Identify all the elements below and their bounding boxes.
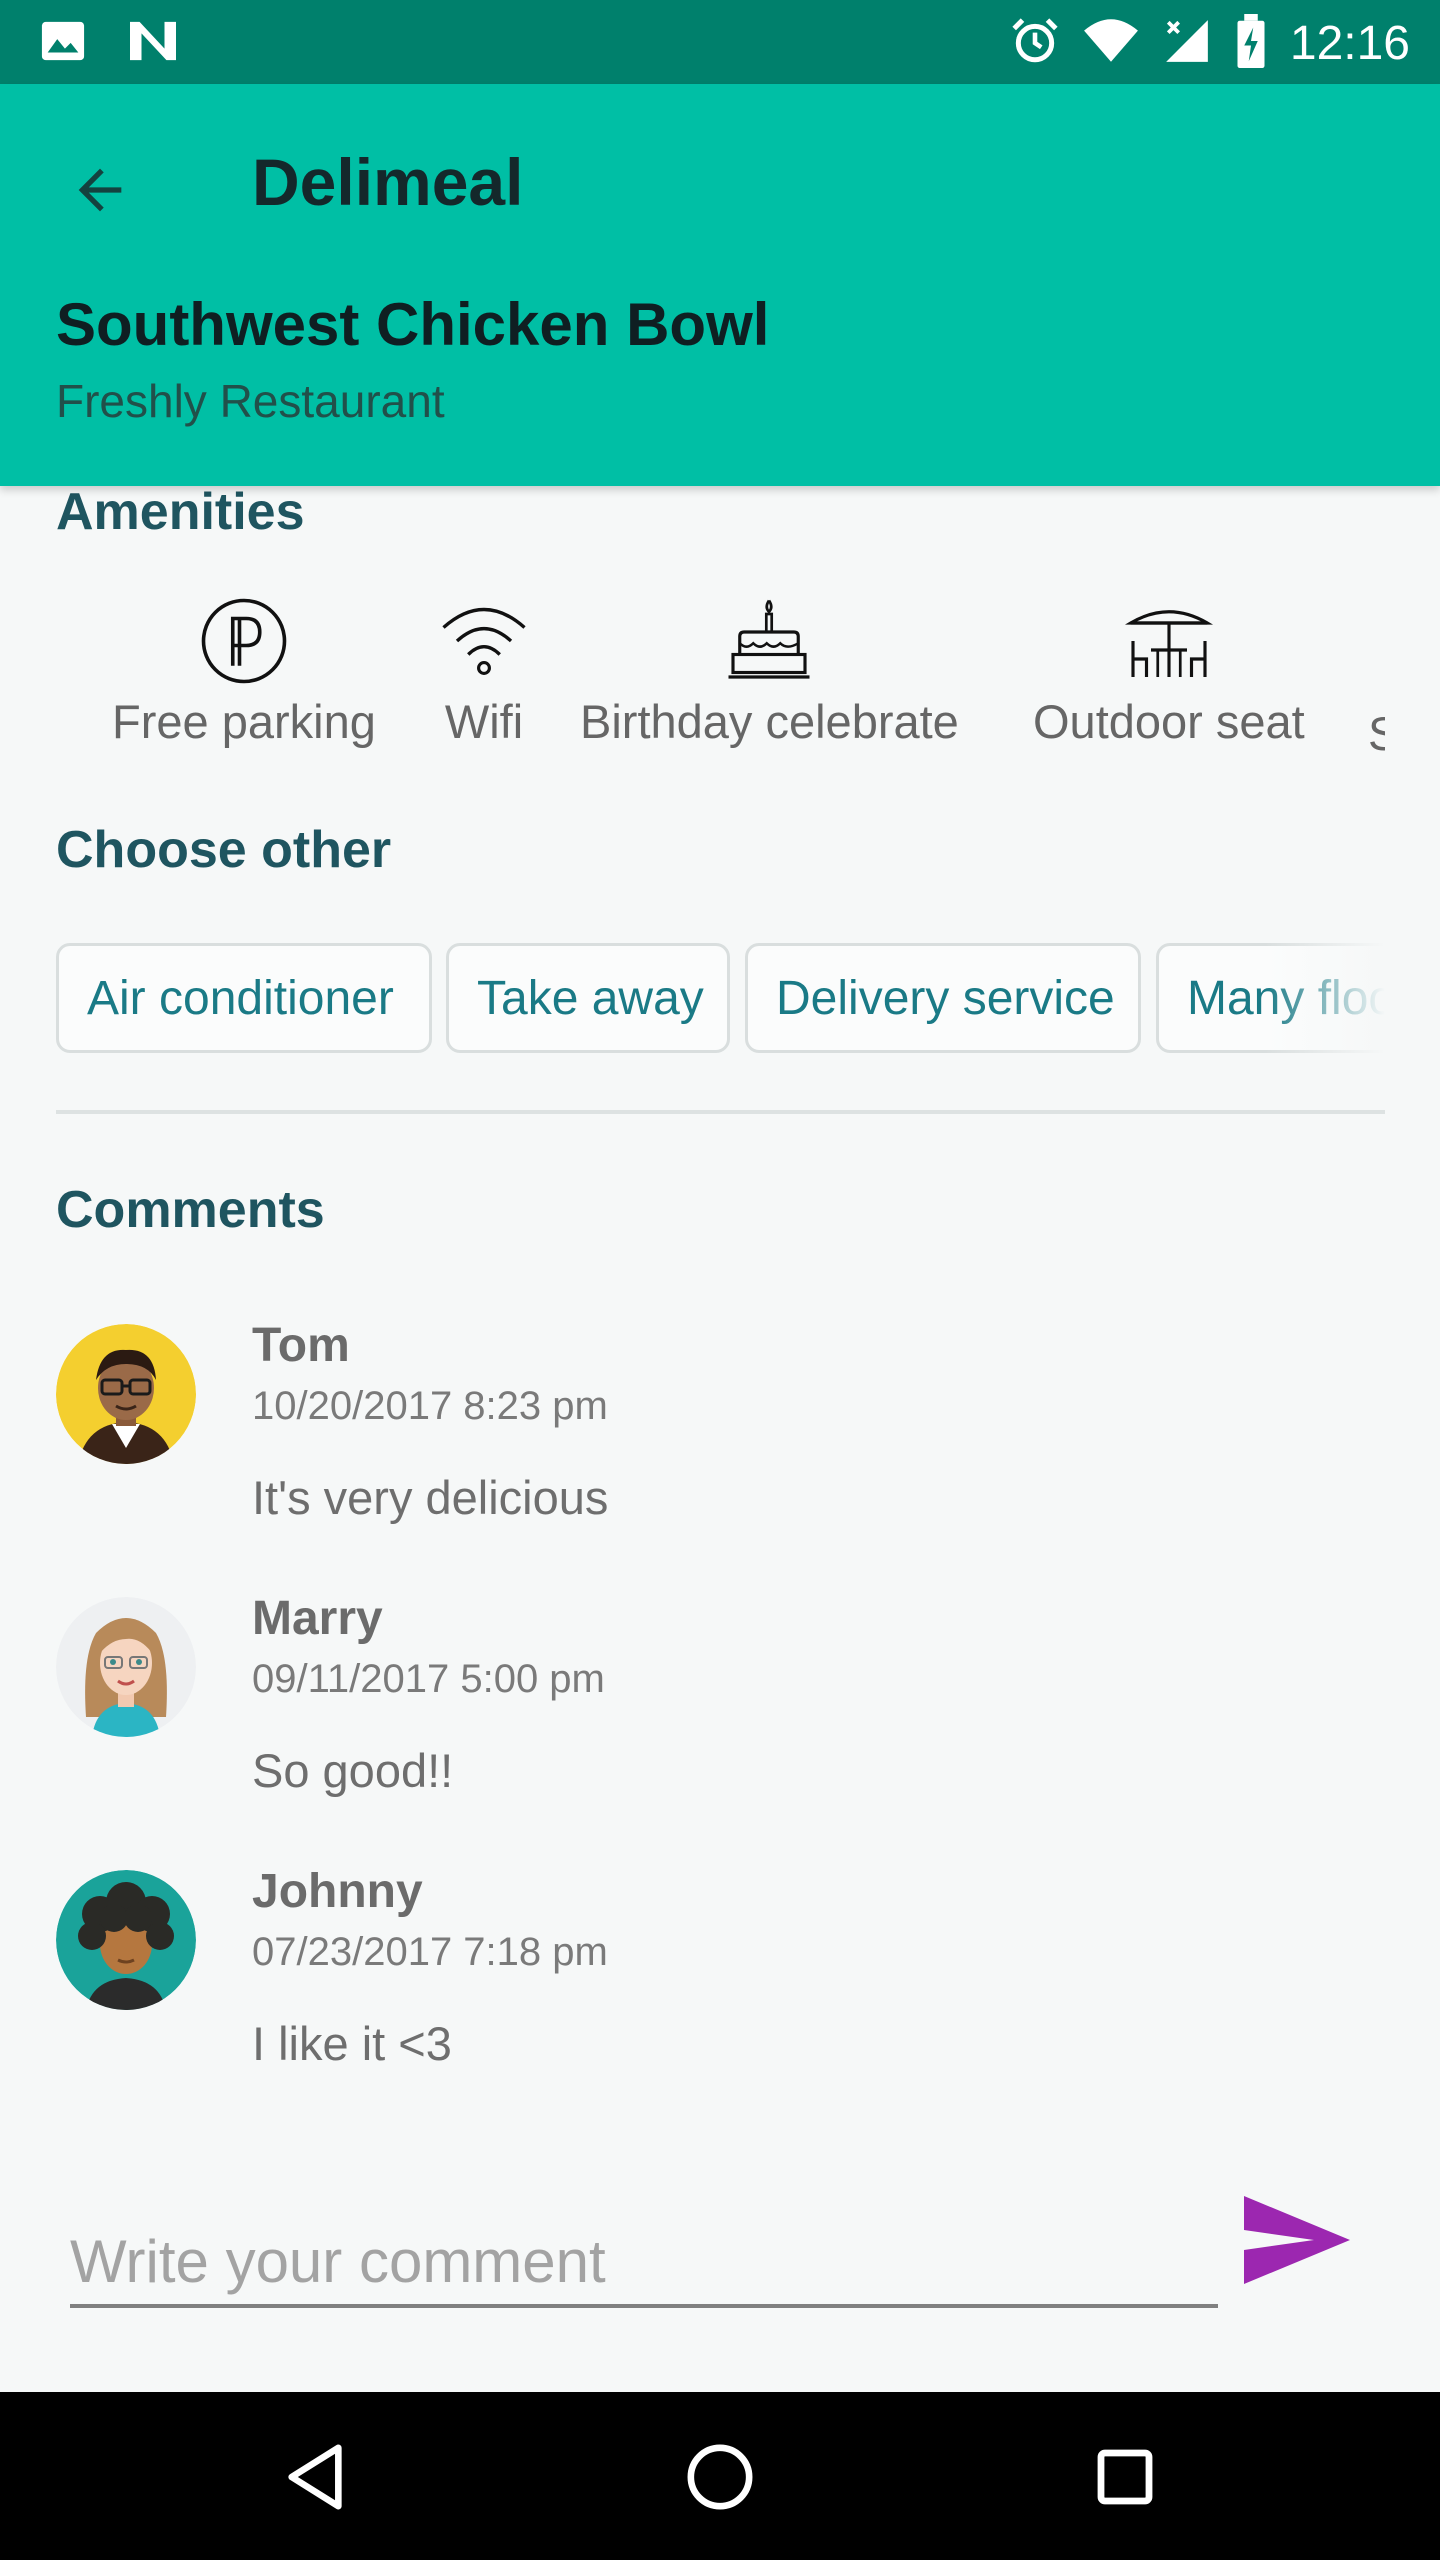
chip-delivery-service[interactable]: Delivery service [745, 943, 1141, 1053]
choose-other-heading: Choose other [56, 821, 392, 879]
restaurant-name: Freshly Restaurant [56, 375, 445, 427]
cell-signal-icon [1162, 16, 1212, 71]
arrow-back-icon [78, 168, 122, 212]
back-button[interactable] [60, 150, 140, 230]
avatar[interactable] [56, 1597, 196, 1737]
commenter-name: Johnny [252, 1865, 423, 1918]
amenity-wifi[interactable]: Wifi [439, 596, 529, 749]
comment-date: 07/23/2017 7:18 pm [252, 1930, 608, 1974]
amenity-label: Outdoor seat [1033, 695, 1305, 748]
amenity-label: Wifi [444, 695, 524, 748]
chips-fade-overlay [1265, 943, 1385, 1055]
nav-recents-button[interactable] [1080, 2432, 1170, 2522]
option-chips: Air conditioner Take away Delivery servi… [56, 943, 1385, 1055]
amenity-outdoor-seat[interactable]: Outdoor seat [1033, 596, 1305, 749]
commenter-name: Marry [252, 1592, 383, 1645]
clock-time: 12:16 [1289, 17, 1410, 70]
avatar[interactable] [56, 1324, 196, 1464]
parking-icon [201, 598, 287, 684]
amenity-label: S [1368, 707, 1385, 760]
outdoor-table-icon [1124, 610, 1213, 677]
amenity-label: Free parking [112, 695, 376, 748]
app-title: Delimeal [252, 145, 524, 219]
app-bar: Delimeal Southwest Chicken Bowl Freshly … [0, 84, 1440, 486]
triangle-back-icon [288, 2444, 342, 2510]
comment-item: Johnny 07/23/2017 7:18 pm I like it <3 [0, 1865, 1440, 2130]
battery-icon [1234, 14, 1268, 73]
comment-text: I like it <3 [252, 2017, 452, 2070]
status-bar: 12:16 [0, 0, 1440, 84]
wifi-icon [442, 607, 526, 675]
chip-air-conditioner[interactable]: Air conditioner [56, 943, 432, 1053]
comment-date: 10/20/2017 8:23 pm [252, 1384, 608, 1428]
comment-item: Tom 10/20/2017 8:23 pm It's very delicio… [0, 1319, 1440, 1584]
amenity-label: Birthday celebrate [580, 695, 959, 748]
amenity-free-parking[interactable]: Free parking [112, 596, 376, 749]
circle-home-icon [687, 2444, 753, 2510]
image-notification-icon [40, 18, 86, 69]
nav-back-button[interactable] [270, 2432, 360, 2522]
avatar[interactable] [56, 1870, 196, 2010]
n-notification-icon [126, 18, 180, 69]
comment-date: 09/11/2017 5:00 pm [252, 1657, 605, 1701]
comment-text: So good!! [252, 1744, 454, 1797]
amenities-list: Free parking Wifi Birthday celebrate Out… [0, 596, 1385, 766]
amenity-birthday[interactable]: Birthday celebrate [580, 596, 959, 749]
comments-heading: Comments [56, 1181, 325, 1239]
comment-item: Marry 09/11/2017 5:00 pm So good!! [0, 1592, 1440, 1857]
send-button[interactable] [1236, 2190, 1356, 2290]
dish-title: Southwest Chicken Bowl [56, 291, 770, 358]
commenter-name: Tom [252, 1319, 350, 1372]
wifi-signal-icon [1082, 16, 1140, 71]
section-divider [56, 1110, 1385, 1114]
cake-icon [728, 599, 810, 679]
amenities-heading: Amenities [56, 483, 305, 541]
nav-home-button[interactable] [675, 2432, 765, 2522]
amenity-partial[interactable]: S [1368, 698, 1385, 761]
send-icon [1244, 2196, 1350, 2284]
comment-input[interactable] [70, 2218, 1218, 2308]
comment-text: It's very delicious [252, 1471, 609, 1524]
square-recents-icon [1097, 2449, 1153, 2505]
system-nav-bar [0, 2392, 1440, 2560]
alarm-icon [1010, 16, 1060, 71]
chip-take-away[interactable]: Take away [446, 943, 730, 1053]
